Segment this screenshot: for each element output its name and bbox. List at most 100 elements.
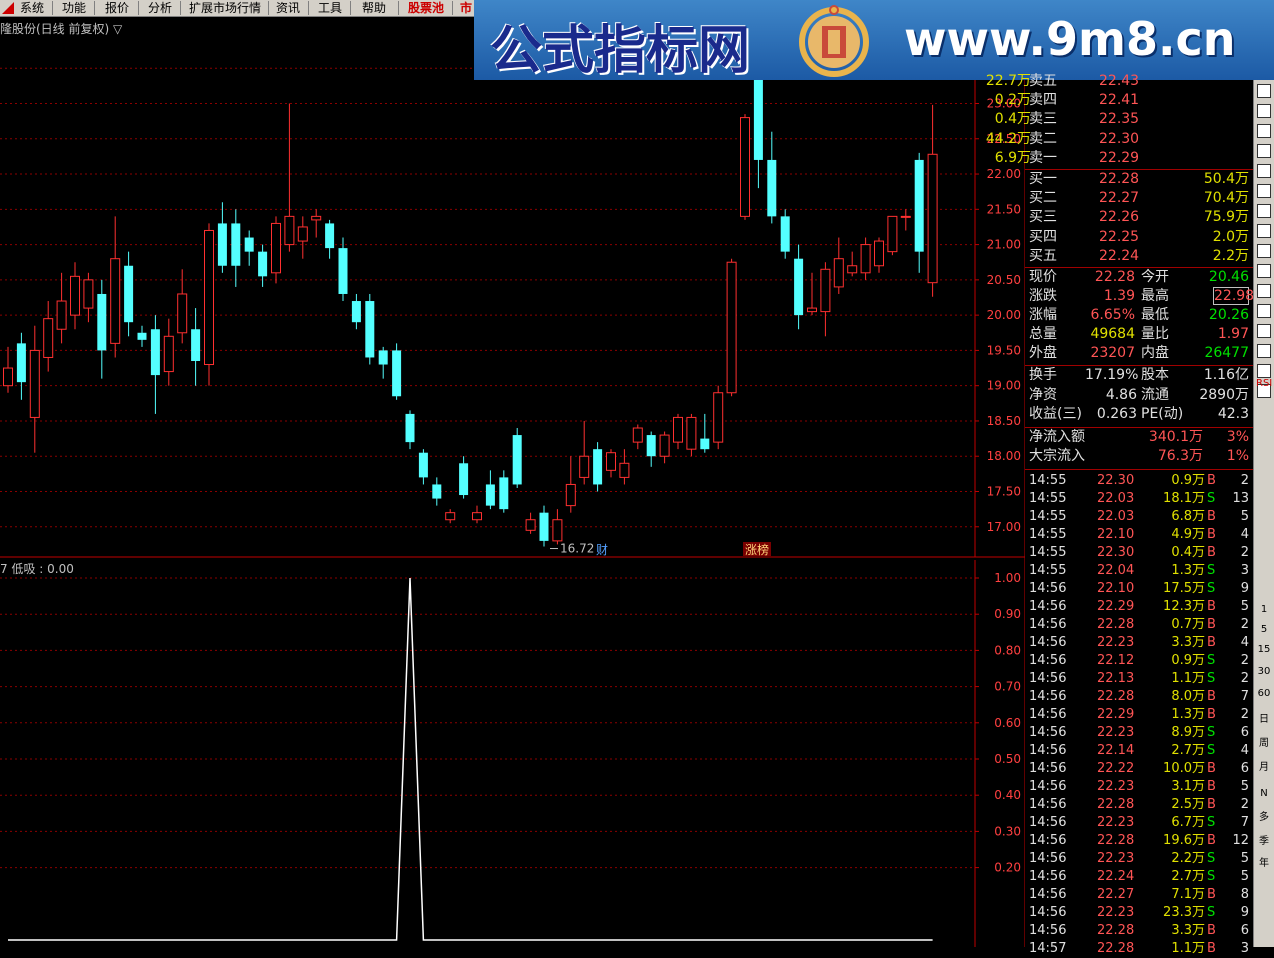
tick-time: 14:55 bbox=[1029, 490, 1067, 506]
level-price: 22.26 bbox=[1099, 209, 1140, 226]
toolbar-tool-icon[interactable] bbox=[1257, 164, 1271, 178]
toolbar-period-button[interactable]: 日 bbox=[1256, 712, 1272, 728]
toolbar-tool-icon[interactable] bbox=[1257, 284, 1271, 298]
tick-price: 22.28 bbox=[1097, 616, 1135, 632]
candle-body bbox=[552, 519, 563, 542]
tick-volume: 12.3万 bbox=[1163, 598, 1205, 614]
candle bbox=[445, 509, 456, 524]
candle-body bbox=[525, 519, 536, 531]
candle-body bbox=[432, 484, 442, 499]
toolbar-tool-icon[interactable] bbox=[1257, 324, 1271, 338]
toolbar-tool-icon[interactable] bbox=[1257, 124, 1271, 138]
candle bbox=[137, 325, 147, 347]
candle-body bbox=[914, 159, 924, 252]
candle bbox=[485, 470, 495, 510]
level-label: 买三 bbox=[1029, 209, 1057, 226]
stat-value: 20.26 bbox=[1208, 307, 1249, 323]
tick-volume: 2.7万 bbox=[1171, 868, 1205, 884]
candle-body bbox=[539, 512, 549, 541]
toolbar-period-button[interactable]: 年 bbox=[1256, 856, 1272, 872]
stat-value: 22.98 bbox=[1213, 287, 1255, 305]
toolbar-period-button[interactable]: 5 bbox=[1256, 622, 1272, 638]
candle bbox=[110, 216, 121, 358]
tick-price: 22.13 bbox=[1097, 670, 1135, 686]
tick-side: B bbox=[1207, 688, 1216, 704]
candle-body bbox=[485, 484, 495, 506]
kline-chart[interactable]: 16.72财涨榜 23.5023.0022.5022.0021.5021.002… bbox=[0, 0, 1025, 947]
tick-volume: 19.6万 bbox=[1163, 832, 1205, 848]
flow-label: 净流入额 bbox=[1029, 428, 1085, 445]
tick-count: 2 bbox=[1240, 616, 1249, 632]
candle bbox=[593, 442, 603, 492]
toolbar-period-button[interactable]: 多 bbox=[1256, 810, 1272, 826]
banner-url: www.9m8.cn bbox=[904, 12, 1236, 66]
level-price: 22.25 bbox=[1099, 228, 1140, 245]
candle-body bbox=[70, 275, 80, 316]
price-tick-label: 17.50 bbox=[987, 485, 1021, 499]
candle-body bbox=[593, 449, 603, 485]
stat-label: 内盘 bbox=[1141, 345, 1169, 361]
tick-price: 22.29 bbox=[1097, 706, 1135, 722]
candle bbox=[297, 216, 308, 259]
toolbar-period-button[interactable]: 15 bbox=[1256, 642, 1272, 658]
tick-time: 14:56 bbox=[1029, 706, 1067, 722]
candle-body bbox=[392, 350, 402, 397]
info-value: 2890万 bbox=[1199, 386, 1249, 403]
info-label: 净资 bbox=[1029, 386, 1057, 403]
toolbar-tool-icon[interactable] bbox=[1257, 184, 1271, 198]
candle-body bbox=[874, 240, 884, 267]
toolbar-tool-icon[interactable] bbox=[1257, 344, 1271, 358]
tick-price: 22.23 bbox=[1097, 724, 1135, 740]
toolbar-tool-icon[interactable] bbox=[1257, 84, 1271, 98]
candle-body bbox=[258, 251, 268, 277]
tick-side: B bbox=[1207, 544, 1216, 560]
event-cai-label: 财 bbox=[596, 543, 608, 557]
tick-count: 3 bbox=[1240, 940, 1249, 956]
tick-side: B bbox=[1207, 706, 1216, 722]
toolbar-tool-icon[interactable] bbox=[1257, 144, 1271, 158]
toolbar-tool-icon[interactable] bbox=[1257, 264, 1271, 278]
candle-body bbox=[499, 477, 509, 510]
tick-time: 14:56 bbox=[1029, 742, 1067, 758]
tick-volume: 6.7万 bbox=[1171, 814, 1205, 830]
toolbar-period-button[interactable]: 周 bbox=[1256, 736, 1272, 752]
tick-side: S bbox=[1207, 490, 1216, 506]
toolbar-tool-icon[interactable] bbox=[1257, 224, 1271, 238]
candle bbox=[740, 114, 750, 220]
toolbar-period-button[interactable]: 1 bbox=[1256, 602, 1272, 618]
stat-label: 量比 bbox=[1141, 326, 1169, 342]
tick-count: 13 bbox=[1232, 490, 1249, 506]
flow-value: 76.3万 bbox=[1157, 448, 1203, 464]
tick-time: 14:55 bbox=[1029, 472, 1067, 488]
toolbar-tool-icon[interactable] bbox=[1257, 244, 1271, 258]
toolbar-tool-icon[interactable] bbox=[1257, 104, 1271, 118]
tick-price: 22.10 bbox=[1097, 526, 1135, 542]
toolbar-period-button[interactable]: 季 bbox=[1256, 834, 1272, 850]
tick-price: 22.03 bbox=[1097, 508, 1135, 524]
tick-count: 5 bbox=[1240, 868, 1249, 884]
candle bbox=[258, 244, 268, 287]
candle bbox=[378, 346, 388, 379]
tick-side: B bbox=[1207, 922, 1216, 938]
toolbar-period-button[interactable]: 60 bbox=[1256, 686, 1272, 702]
level-price: 22.27 bbox=[1099, 190, 1140, 207]
candle bbox=[767, 131, 777, 224]
toolbar-tool-icon[interactable] bbox=[1257, 304, 1271, 318]
candle-body bbox=[659, 434, 670, 457]
toolbar-period-button[interactable]: 30 bbox=[1256, 664, 1272, 680]
tick-time: 14:55 bbox=[1029, 526, 1067, 542]
tick-count: 2 bbox=[1240, 472, 1249, 488]
price-tick-label: 21.50 bbox=[987, 202, 1021, 216]
flow-percent: 3% bbox=[1226, 428, 1249, 445]
toolbar-period-button[interactable]: 月 bbox=[1256, 760, 1272, 776]
candle bbox=[887, 215, 898, 256]
level-label: 买五 bbox=[1029, 247, 1057, 264]
tick-volume: 23.3万 bbox=[1163, 904, 1205, 920]
toolbar-period-button[interactable]: N bbox=[1256, 786, 1272, 802]
candle-body bbox=[177, 293, 188, 334]
toolbar-period-button[interactable]: RSI bbox=[1256, 376, 1272, 392]
tick-volume: 3.1万 bbox=[1171, 778, 1205, 794]
stat-label: 现价 bbox=[1029, 269, 1057, 285]
candle-body bbox=[686, 416, 697, 450]
toolbar-tool-icon[interactable] bbox=[1257, 204, 1271, 218]
